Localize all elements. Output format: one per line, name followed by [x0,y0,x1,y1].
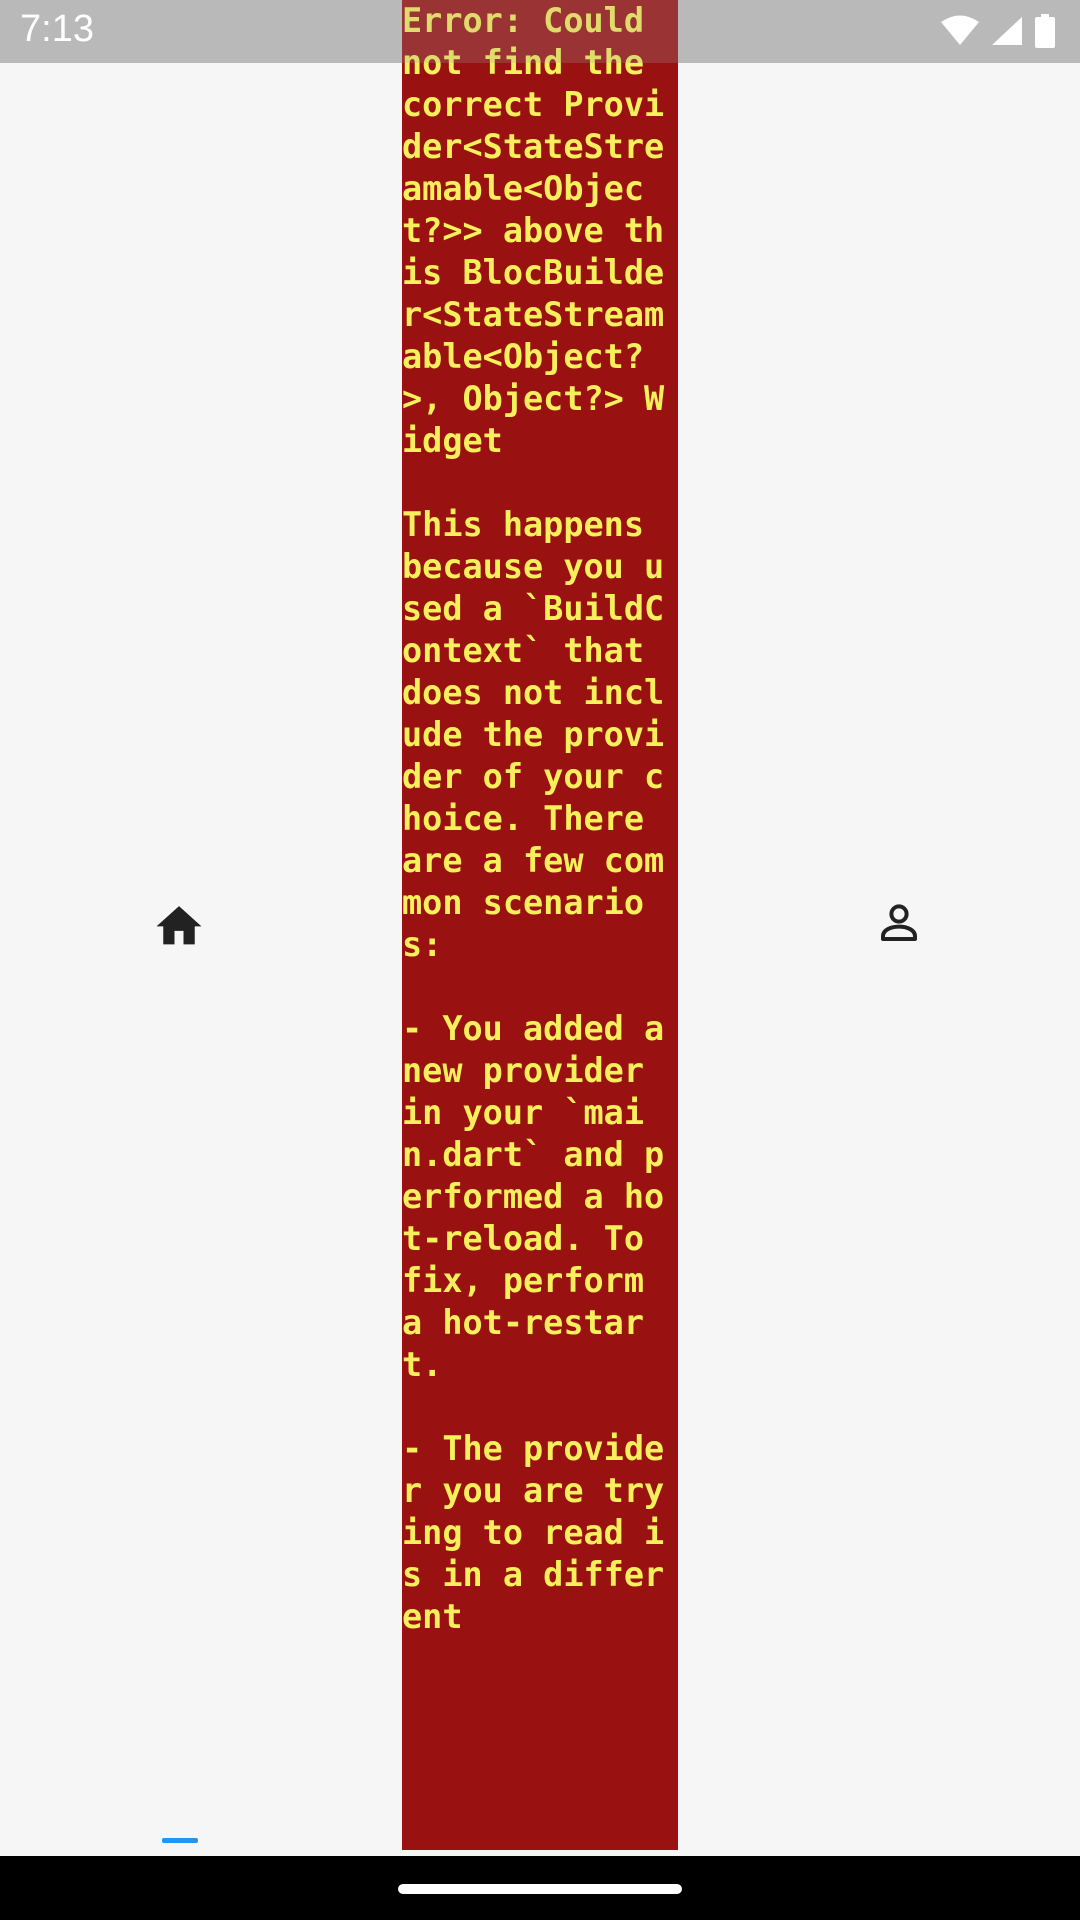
selected-tab-indicator [162,1838,198,1843]
error-panel: Error: Could not find the correct Provid… [402,0,678,1850]
gesture-handle[interactable] [398,1884,682,1894]
nav-profile-button[interactable] [864,890,934,960]
person-icon [875,899,923,952]
gesture-navigation-bar [0,1856,1080,1920]
wifi-icon [940,15,980,47]
status-icons [940,14,1056,48]
nav-home-button[interactable] [144,890,214,960]
error-message: Error: Could not find the correct Provid… [402,1,665,1636]
signal-icon [990,15,1024,47]
battery-icon [1034,14,1056,48]
status-time: 7:13 [20,8,94,50]
home-icon [152,899,206,952]
